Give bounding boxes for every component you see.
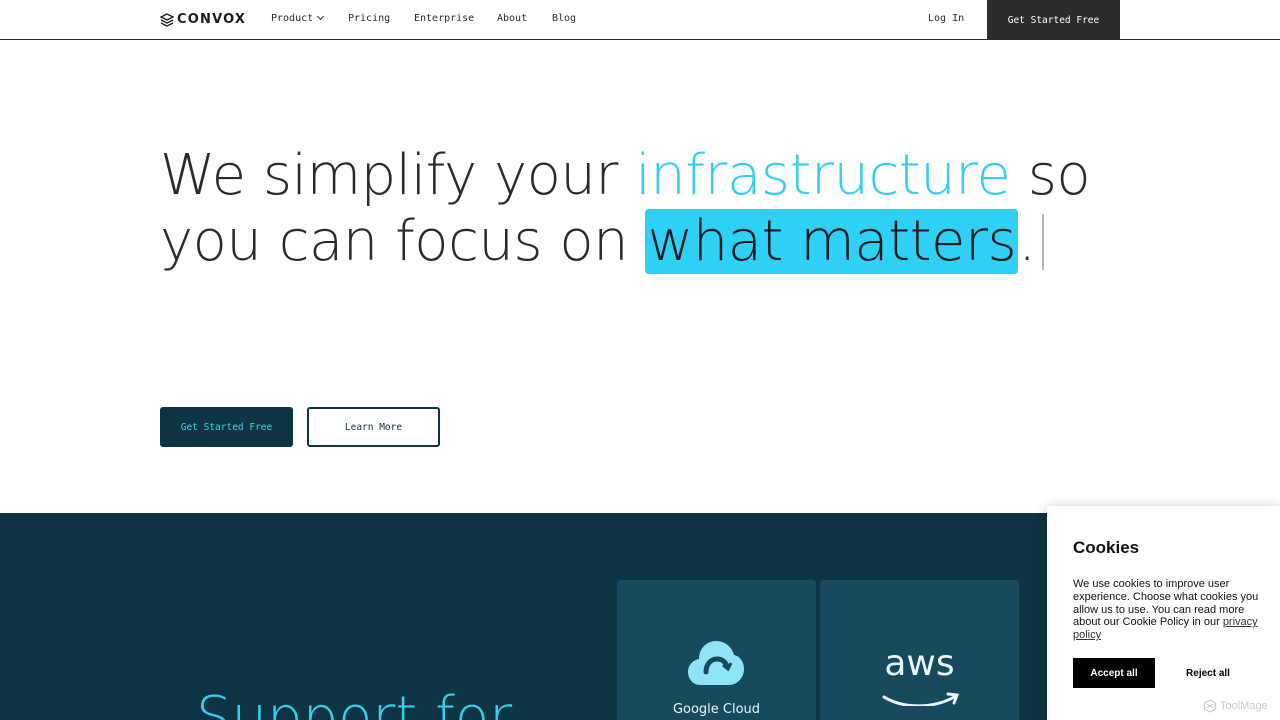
hero-text: We simplify your <box>160 143 636 208</box>
hero-heading: We simplify your infrastructure so you c… <box>160 143 1120 275</box>
cookie-text: We use cookies to improve user experienc… <box>1073 578 1263 642</box>
google-cloud-label: Google Cloud <box>672 702 761 717</box>
nav-blog[interactable]: Blog <box>552 13 576 24</box>
brand-name: CONVOX <box>177 12 247 27</box>
nav-pricing[interactable]: Pricing <box>348 13 390 24</box>
cookie-banner: Cookies We use cookies to improve user e… <box>1047 506 1280 720</box>
hero-line-2: you can focus on what matters. <box>160 209 1120 275</box>
nav-get-started-button[interactable]: Get Started Free <box>987 0 1120 40</box>
nav-enterprise[interactable]: Enterprise <box>414 13 474 24</box>
layers-icon <box>160 12 174 27</box>
chevron-down-icon <box>317 12 325 21</box>
hero-line-1: We simplify your infrastructure so <box>160 143 1120 209</box>
google-cloud-icon <box>688 641 744 685</box>
learn-more-button[interactable]: Learn More <box>307 407 440 447</box>
watermark-logo-icon <box>1203 699 1217 713</box>
nav-about[interactable]: About <box>497 13 527 24</box>
cookie-title: Cookies <box>1073 538 1140 557</box>
support-heading: Support for <box>196 685 513 720</box>
watermark-text: ToolMage <box>1220 700 1268 712</box>
reject-all-button[interactable]: Reject all <box>1167 658 1249 688</box>
nav-product-label: Product <box>271 13 314 24</box>
hero-text: so <box>1010 143 1091 208</box>
hero-highlight-what-matters: what matters <box>645 209 1019 274</box>
hero-highlight-infrastructure: infrastructure <box>635 143 1011 208</box>
top-nav: CONVOX Product Pricing Enterprise About … <box>0 0 1280 40</box>
hero-text: you can focus on <box>160 209 646 274</box>
provider-card-google-cloud[interactable]: Google Cloud <box>617 580 816 720</box>
brand-logo[interactable]: CONVOX <box>160 12 246 27</box>
get-started-button[interactable]: Get Started Free <box>160 407 293 447</box>
provider-card-aws[interactable]: aws <box>820 580 1019 720</box>
accept-all-button[interactable]: Accept all <box>1073 658 1155 688</box>
aws-label: aws <box>884 643 955 684</box>
nav-product[interactable]: Product <box>271 12 325 24</box>
watermark: ToolMage <box>1203 699 1268 713</box>
login-link[interactable]: Log In <box>928 13 964 24</box>
hero-text: . <box>1018 209 1036 274</box>
text-cursor <box>1041 214 1044 270</box>
